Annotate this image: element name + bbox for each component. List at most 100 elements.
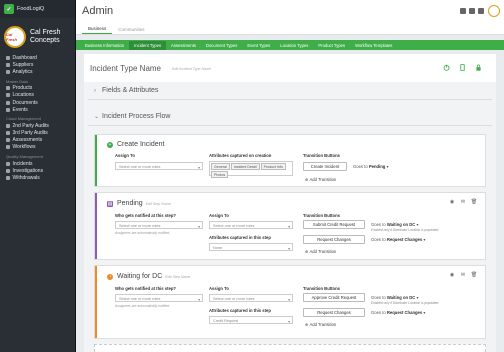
goes-to: Goes to Waiting on DC ▾	[371, 295, 419, 300]
notified-select[interactable]: Select one or more roles ▾	[115, 221, 203, 229]
withdrawals-icon	[6, 176, 10, 181]
create-incident-card: + Create Incident Assign To Select one o…	[94, 134, 486, 187]
sidebar-item-dashboard[interactable]: Dashboard	[0, 54, 75, 61]
process-flow-section[interactable]: ⌄ Incident Process Flow	[88, 108, 492, 126]
brand[interactable]: ✓ FoodLogiQ	[0, 0, 75, 18]
add-transition-link[interactable]: ⊕ Add Transition	[305, 322, 336, 327]
sidebar-item-analytics[interactable]: Analytics	[0, 68, 75, 75]
settings-icon[interactable]	[478, 8, 484, 14]
power-icon[interactable]	[443, 64, 450, 71]
tab-communities[interactable]: Communities	[112, 27, 150, 34]
notified-select[interactable]: Select one or more roles ▾	[115, 294, 203, 302]
tab-business-information[interactable]: Business Information	[80, 41, 129, 50]
attributes-label: Attributes captured on creation	[209, 153, 272, 158]
tag-product-info[interactable]: Product Info	[260, 163, 286, 170]
products-icon	[6, 86, 10, 91]
goes-to-target[interactable]: Waiting on DC	[387, 222, 415, 227]
submit-credit-request-button[interactable]: Submit Credit Request	[303, 220, 365, 229]
top-bar: Admin	[76, 0, 504, 24]
incident-type-name[interactable]: Incident Type Name	[90, 64, 161, 73]
caret-down-icon: ▾	[416, 295, 419, 300]
caret-down-icon: ▾	[416, 222, 419, 227]
help-icon[interactable]	[469, 8, 475, 14]
tab-location-types[interactable]: Location Types	[275, 41, 313, 50]
mail-icon[interactable]: ✉	[460, 199, 466, 205]
request-changes-button[interactable]: Request Changes	[303, 308, 365, 317]
goes-to-target[interactable]: Request Changes	[387, 310, 422, 315]
client-logo: Cal Fresh	[4, 26, 26, 48]
eye-icon[interactable]: ◉	[449, 272, 455, 278]
add-transition-link[interactable]: ⊕ Add Transition	[305, 177, 336, 182]
nav-section-master: Master Data	[6, 78, 28, 84]
tab-business[interactable]: Business	[82, 26, 113, 34]
tab-product-types[interactable]: Product Types	[313, 41, 350, 50]
add-step-placeholder[interactable]	[94, 344, 486, 352]
goes-to-target[interactable]: Waiting on DC	[387, 295, 415, 300]
sidebar-item-assessments[interactable]: Assessments	[0, 137, 75, 144]
assign-to-label: Assign To	[209, 213, 229, 218]
suppliers-icon	[6, 62, 10, 67]
goes-to: Goes to Pending ▾	[353, 164, 389, 169]
sidebar-item-withdrawals[interactable]: Withdrawals	[0, 174, 75, 181]
tab-event-types[interactable]: Event Types	[242, 41, 275, 50]
goes-to-target[interactable]: Pending	[369, 164, 386, 169]
sidebar-item-events[interactable]: Events	[0, 106, 75, 113]
request-changes-button[interactable]: Request Changes	[303, 235, 365, 244]
sidebar-item-investigations[interactable]: Investigations	[0, 167, 75, 174]
notified-label: Who gets notified at this step?	[115, 213, 176, 218]
logo-icon: ✓	[4, 4, 14, 14]
sidebar-item-documents[interactable]: Documents	[0, 99, 75, 106]
attributes-tags[interactable]: General Incident Detail Product Info Photos	[209, 161, 293, 178]
caret-down-icon: ▾	[198, 165, 200, 170]
name-edit-hint[interactable]: Edit Incident Type Name	[172, 67, 211, 71]
attributes-select[interactable]: None ▾	[209, 243, 293, 251]
caret-down-icon: ▾	[198, 224, 200, 229]
sidebar-item-workflows[interactable]: Workflows	[0, 144, 75, 151]
sidebar-item-suppliers[interactable]: Suppliers	[0, 61, 75, 68]
card-actions: ◉ ✉ 🗑	[444, 272, 477, 278]
tab-document-types[interactable]: Document Types	[201, 41, 242, 50]
edit-step-name[interactable]: Edit Step Name	[146, 202, 171, 206]
tab-workflow-templates[interactable]: Workflow Templates	[350, 41, 397, 50]
avatar[interactable]	[488, 5, 500, 17]
assign-to-select[interactable]: Select one or more roles ▾	[209, 294, 293, 302]
trash-icon[interactable]: 🗑	[471, 272, 477, 278]
trash-icon[interactable]: 🗑	[471, 199, 477, 205]
tag-incident-detail[interactable]: Incident Detail	[230, 163, 260, 170]
assign-to-label: Assign To	[115, 153, 135, 158]
card-accent	[95, 135, 97, 186]
admin-tabs: Business Information Incident Types Asse…	[76, 40, 504, 50]
assign-to-select[interactable]: Select one or more roles ▾	[209, 221, 293, 229]
audit-icon	[6, 123, 10, 128]
investigations-icon	[6, 168, 10, 173]
client-header: Cal Fresh Cal Fresh Concepts	[0, 18, 75, 54]
tab-incident-types[interactable]: Incident Types	[129, 40, 167, 50]
add-transition-link[interactable]: ⊕ Add Transition	[305, 249, 336, 254]
eye-icon[interactable]: ◉	[449, 199, 455, 205]
tag-general[interactable]: General	[211, 163, 230, 170]
mail-icon[interactable]: ✉	[460, 272, 466, 278]
pending-step-card: ▤ Pending Edit Step Name ◉ ✉ 🗑 Who gets …	[94, 192, 486, 260]
caret-down-icon: ▾	[386, 164, 389, 169]
approve-credit-request-button[interactable]: Approve Credit Request	[303, 293, 365, 302]
sidebar-item-locations[interactable]: Locations	[0, 92, 75, 99]
goes-to-target[interactable]: Request Changes	[387, 237, 422, 242]
tag-photos[interactable]: Photos	[211, 171, 229, 178]
create-incident-button[interactable]: Create Incident	[303, 162, 347, 171]
transition-buttons-label: Transition Buttons	[303, 213, 340, 218]
fields-attributes-section[interactable]: › Fields & Attributes	[88, 82, 492, 100]
sidebar-item-2nd-party-audits[interactable]: 2nd Party Audits	[0, 122, 75, 129]
goes-to: Goes to Request Changes ▾	[371, 310, 426, 315]
edit-step-name[interactable]: Edit Step Name	[165, 275, 190, 279]
attributes-select[interactable]: Credit Request ▾	[209, 316, 293, 324]
tab-assessments[interactable]: Assessments	[166, 41, 201, 50]
lock-icon[interactable]	[475, 64, 482, 71]
sidebar-item-3rd-party-audits[interactable]: 3rd Party Audits	[0, 130, 75, 137]
assign-to-select[interactable]: Select one or more roles ▾	[115, 162, 203, 170]
mobile-icon[interactable]	[459, 64, 466, 71]
transition-condition-note: Enabled only if Distributor Location is …	[371, 301, 439, 305]
notifications-icon[interactable]	[460, 8, 466, 14]
assessments-icon	[6, 138, 10, 143]
sidebar-item-incidents[interactable]: Incidents	[0, 160, 75, 167]
sidebar-item-products[interactable]: Products	[0, 85, 75, 92]
